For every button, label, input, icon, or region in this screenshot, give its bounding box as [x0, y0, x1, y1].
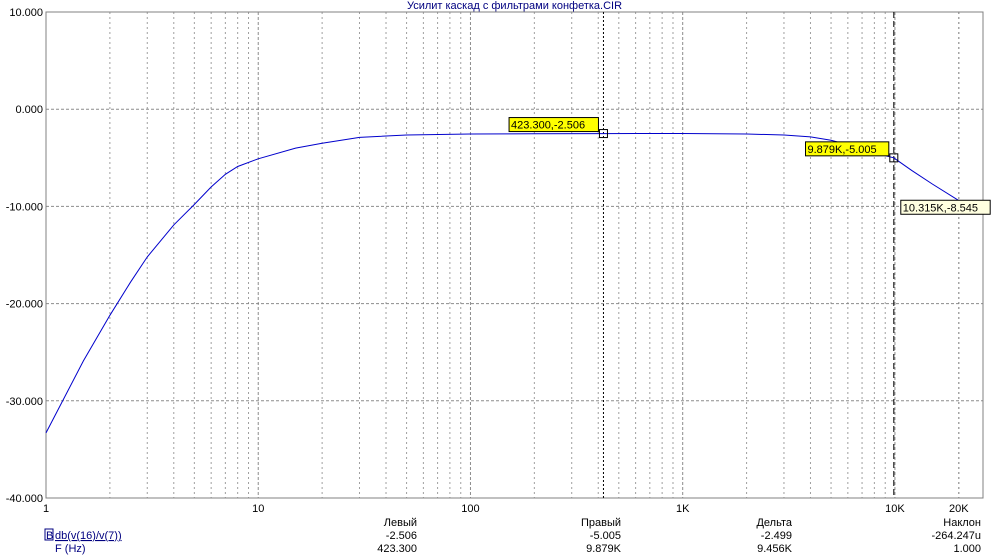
y-tick-label: -10.000 [6, 201, 43, 213]
readout-header: Наклон [943, 517, 981, 529]
x-tick-label: 10K [885, 503, 905, 515]
y-tick-label: -40.000 [6, 493, 43, 505]
annotation-text: 10.315K,-8.545 [903, 202, 978, 214]
cursor-label-text: 9.879K,-5.005 [808, 144, 877, 156]
x-tick-label: 10 [252, 503, 264, 515]
readout-header: Левый [384, 517, 417, 529]
readout-value: 1.000 [953, 543, 981, 555]
bode-plot: Усилит каскад с фильтрами конфетка.CIR 1… [0, 0, 995, 556]
y-tick-label: -20.000 [6, 299, 43, 311]
readout-value: 9.456K [757, 543, 793, 555]
readout-value: 423.300 [377, 543, 417, 555]
readout-header: Правый [581, 517, 621, 529]
readout-value: -2.499 [761, 530, 792, 542]
readout-value: 9.879K [586, 543, 622, 555]
series-selector-letter[interactable]: B [46, 530, 53, 542]
readout-value: -264.247u [931, 530, 981, 542]
x-tick-label: 100 [461, 503, 479, 515]
chart-title: Усилит каскад с фильтрами конфетка.CIR [407, 0, 622, 12]
y-tick-label: -30.000 [6, 396, 43, 408]
readout-value: -5.005 [590, 530, 621, 542]
readout-value: -2.506 [386, 530, 417, 542]
readout-header: Дельта [756, 517, 792, 529]
plot-background [0, 0, 995, 556]
readout-row-label: F (Hz) [55, 543, 86, 555]
y-tick-label: 10.000 [9, 7, 43, 19]
x-tick-label: 1 [43, 503, 49, 515]
cursor-label-text: 423.300,-2.506 [511, 120, 585, 132]
y-tick-label: 0.000 [15, 104, 43, 116]
readout-row-label[interactable]: db(v(16)/v(7)) [55, 530, 122, 542]
x-tick-label: 1K [676, 503, 690, 515]
x-tick-label: 20K [949, 503, 969, 515]
